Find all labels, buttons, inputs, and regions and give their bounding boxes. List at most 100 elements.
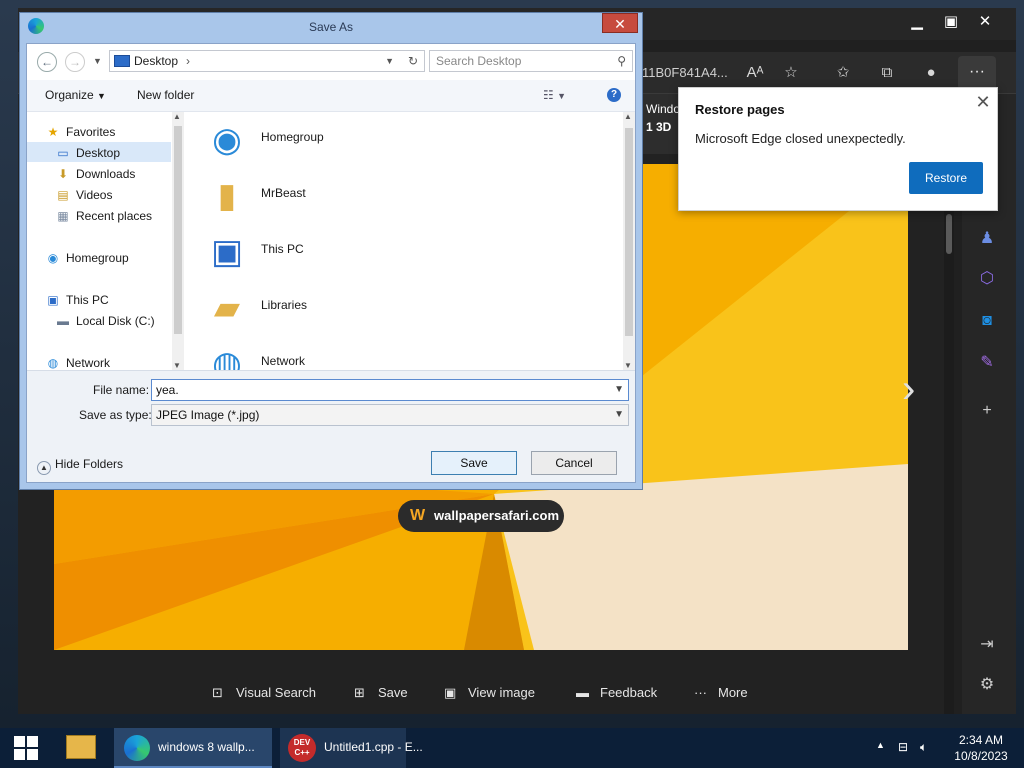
maximize-button[interactable]: ▣	[934, 8, 968, 36]
search-input[interactable]: Search Desktop ⚲	[429, 50, 633, 72]
nav-downloads[interactable]: ⬇ Downloads	[55, 164, 135, 184]
libraries-folder-icon: ▰	[213, 289, 241, 327]
user-folder-icon: ▮	[217, 177, 237, 215]
visual-search-button[interactable]: ⊡ Visual Search	[212, 680, 316, 706]
nav-recent-places[interactable]: ▦ Recent places	[55, 206, 152, 226]
file-scroll-thumb[interactable]	[625, 128, 633, 336]
view-options-icon[interactable]: ☷ ▼	[543, 88, 566, 102]
scroll-down-icon[interactable]: ▼	[624, 361, 632, 370]
window-close-button[interactable]: ✕	[968, 8, 1002, 36]
scroll-up-icon[interactable]: ▲	[173, 112, 181, 121]
watermark-badge: W wallpapersafari.com	[398, 500, 564, 532]
new-folder-button[interactable]: New folder	[137, 88, 194, 102]
forward-arrow-icon[interactable]: →	[65, 52, 85, 72]
profile-avatar-icon[interactable]: ●	[918, 60, 944, 86]
network-status-icon[interactable]: ⊟	[898, 740, 908, 754]
videos-folder-icon: ▤	[57, 188, 69, 202]
start-button[interactable]	[8, 728, 44, 768]
nav-videos-label: Videos	[76, 188, 113, 202]
item-label: Homegroup	[261, 130, 324, 144]
clock-date: 10/8/2023	[954, 749, 1008, 763]
list-item[interactable]: ▮ MrBeast	[203, 168, 503, 222]
nav-favorites[interactable]: ★ Favorites	[45, 122, 116, 142]
network-icon: ◍	[47, 356, 59, 370]
scroll-up-icon[interactable]: ▲	[624, 112, 632, 121]
file-name-dropdown-icon[interactable]: ▼	[614, 380, 624, 400]
refresh-icon[interactable]: ↻	[408, 51, 418, 71]
add-favorite-icon[interactable]: ☆	[778, 60, 804, 86]
chevron-up-icon: ▲	[37, 461, 51, 475]
more-actions-button[interactable]: ··· More	[694, 680, 748, 706]
volume-icon[interactable]: 🔈︎	[920, 740, 927, 755]
nav-pane-scrollbar[interactable]: ▲ ▼	[172, 112, 184, 370]
favorites-icon[interactable]: ✩	[830, 60, 856, 86]
office-icon[interactable]: ⬡	[974, 266, 1000, 292]
minimize-button[interactable]: ▁	[900, 8, 934, 36]
taskbar-devcpp-item[interactable]: DEV C++ Untitled1.cpp - E...	[280, 728, 423, 768]
taskbar: windows 8 wallp... DEV C++ Untitled1.cpp …	[0, 728, 1024, 768]
save-type-label: Save as type:	[79, 408, 152, 422]
organize-button[interactable]: Organize ▼	[45, 88, 106, 102]
address-bar[interactable]: Desktop › ▼ ↻	[109, 50, 425, 72]
hide-sidebar-icon[interactable]: ⇥	[974, 632, 1000, 658]
nav-network[interactable]: ◍ Network	[45, 353, 110, 370]
wallpapersafari-logo-icon: W	[410, 507, 426, 524]
address-dropdown-icon[interactable]: ▼	[385, 51, 394, 71]
list-item[interactable]: ◍ Network	[203, 336, 503, 370]
designer-icon[interactable]: ✎	[974, 350, 1000, 376]
network-icon: ◍	[212, 345, 242, 370]
nav-this-pc-label: This PC	[66, 293, 109, 307]
nav-recent-label: Recent places	[76, 209, 153, 223]
back-arrow-icon[interactable]: ←	[37, 52, 57, 72]
file-name-input[interactable]: yea. ▼	[151, 379, 629, 401]
save-button[interactable]: Save	[431, 451, 517, 475]
nav-local-disk[interactable]: ▬ Local Disk (C:)	[55, 311, 155, 331]
list-item[interactable]: ◉ Homegroup	[203, 112, 503, 166]
save-type-dropdown-icon[interactable]: ▼	[614, 405, 624, 425]
dialog-close-button[interactable]: ✕	[602, 13, 638, 33]
feedback-button[interactable]: ▬ Feedback	[576, 680, 657, 706]
add-sidebar-icon[interactable]: +	[974, 398, 1000, 424]
sidebar-settings-gear-icon[interactable]: ⚙	[974, 672, 1000, 698]
file-name-label: File name:	[93, 383, 150, 397]
nav-homegroup[interactable]: ◉ Homegroup	[45, 248, 129, 268]
restore-message: Microsoft Edge closed unexpectedly.	[695, 131, 906, 146]
downloads-folder-icon: ⬇	[57, 167, 69, 181]
cancel-button[interactable]: Cancel	[531, 451, 617, 475]
nav-videos[interactable]: ▤ Videos	[55, 185, 112, 205]
list-item[interactable]: ▰ Libraries	[203, 280, 503, 334]
nav-scroll-thumb[interactable]	[174, 126, 182, 334]
settings-more-button[interactable]: ···	[958, 56, 996, 90]
file-explorer-button[interactable]	[60, 728, 104, 768]
read-aloud-icon[interactable]: A͏ᴬ	[742, 60, 768, 86]
dialog-titlebar[interactable]: Save As	[20, 13, 642, 41]
hide-folders-button[interactable]: ▲ Hide Folders	[37, 457, 123, 475]
restore-close-icon[interactable]: ✕	[973, 92, 993, 112]
next-image-arrow-icon[interactable]: ›	[902, 364, 930, 414]
collections-icon[interactable]: ⧉	[874, 60, 900, 86]
recent-locations-chevron-icon[interactable]: ▼	[93, 56, 102, 66]
heading-line-2: 1 3D	[646, 120, 672, 134]
save-image-button[interactable]: ⊞ Save	[354, 680, 408, 706]
breadcrumb-chevron-icon[interactable]: ›	[186, 54, 190, 68]
restore-button[interactable]: Restore	[909, 162, 983, 194]
restore-pages-popup: Restore pages Microsoft Edge closed unex…	[678, 87, 998, 211]
show-hidden-icons-icon[interactable]: ▲	[876, 740, 885, 750]
save-type-select[interactable]: JPEG Image (*.jpg) ▼	[151, 404, 629, 426]
page-heading: Windo 1 3D	[640, 94, 680, 154]
view-image-button[interactable]: ▣ View image	[444, 680, 535, 706]
watermark-text: wallpapersafari.com	[434, 508, 559, 523]
nav-desktop[interactable]: ▭ Desktop	[55, 143, 120, 163]
scrollbar-thumb[interactable]	[946, 214, 952, 254]
outlook-icon[interactable]: ◙	[974, 308, 1000, 334]
organize-label: Organize	[45, 88, 94, 102]
scroll-down-icon[interactable]: ▼	[173, 361, 181, 370]
help-icon[interactable]: ?	[607, 88, 621, 102]
games-icon[interactable]: ♟	[974, 226, 1000, 252]
visual-search-label: Visual Search	[236, 685, 316, 700]
file-list-scrollbar[interactable]: ▲ ▼	[623, 112, 635, 370]
nav-this-pc[interactable]: ▣ This PC	[45, 290, 109, 310]
list-item[interactable]: ▣ This PC	[203, 224, 503, 278]
taskbar-edge-item[interactable]: windows 8 wallp...	[114, 728, 272, 768]
system-clock[interactable]: 2:34 AM 10/8/2023	[950, 732, 1012, 764]
